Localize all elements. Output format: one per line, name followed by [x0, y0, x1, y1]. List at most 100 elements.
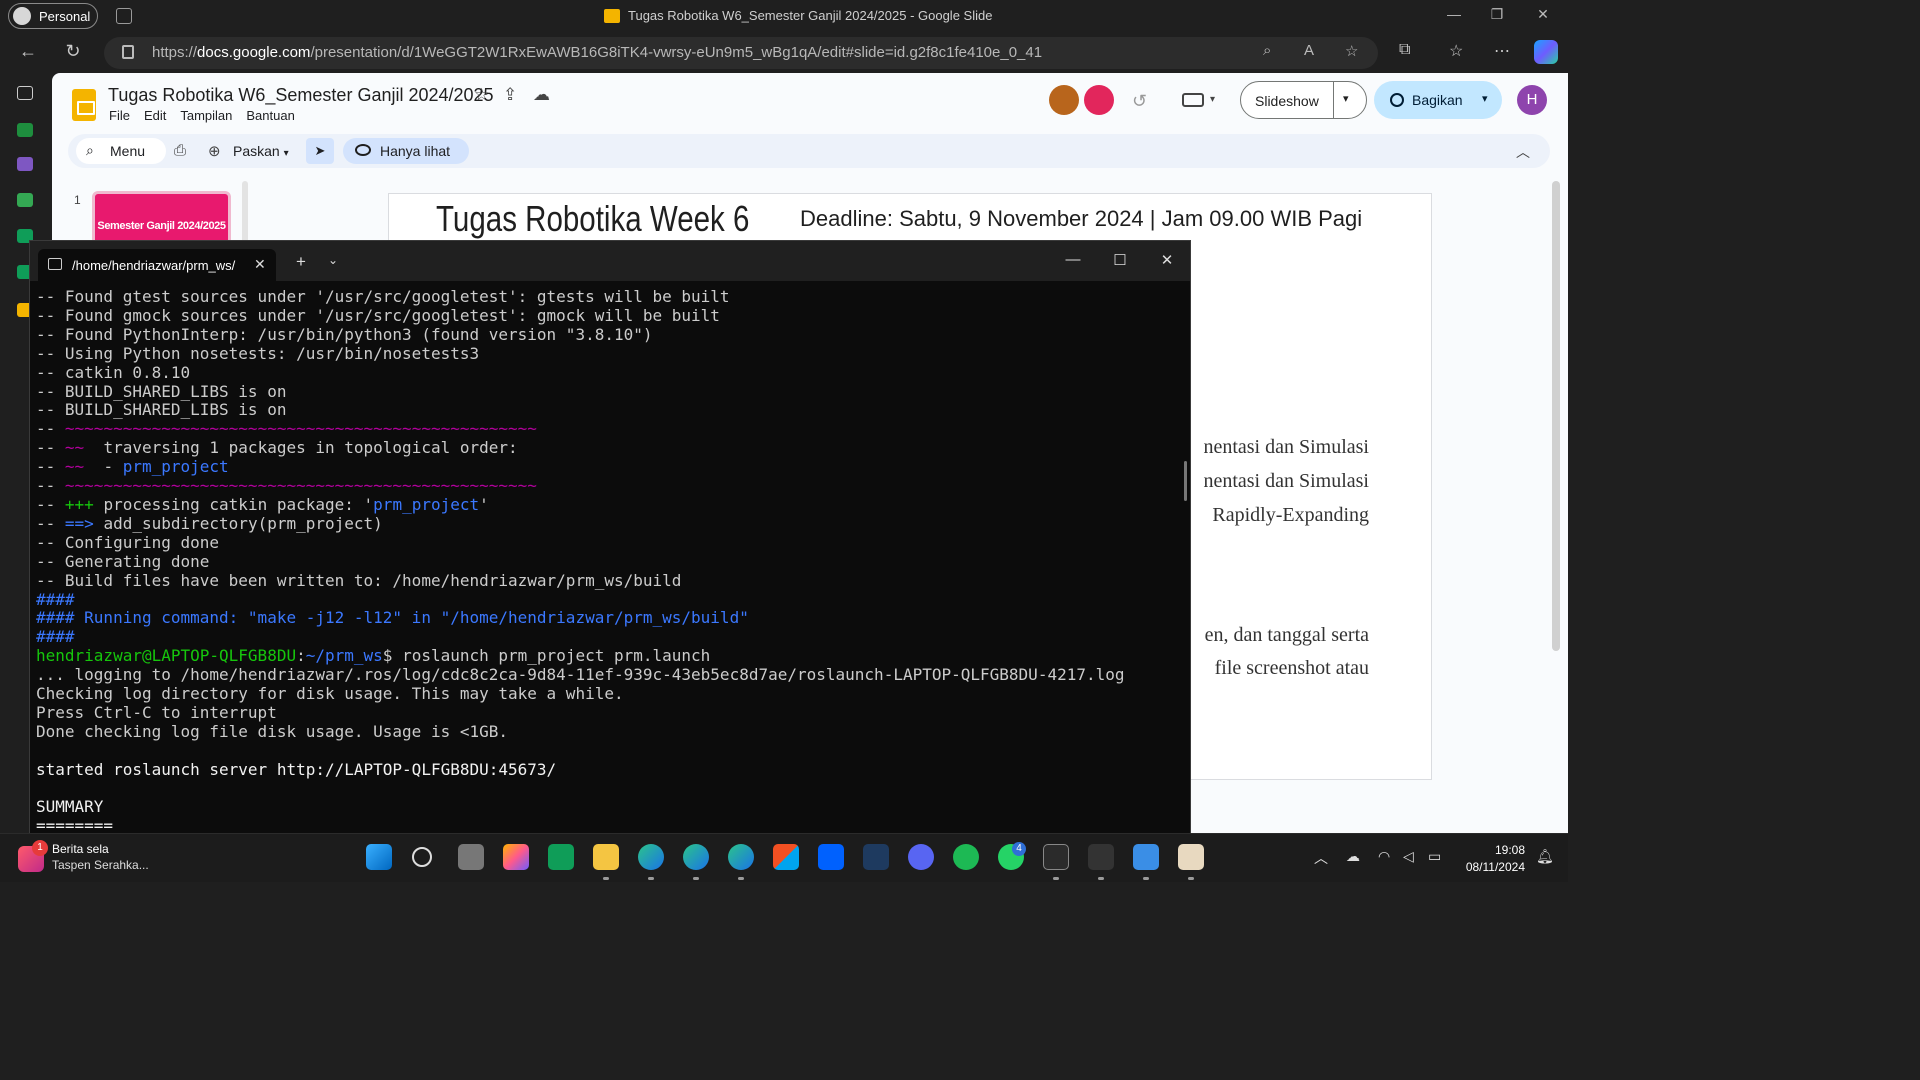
select-cursor-button[interactable]: ➤ — [306, 138, 334, 164]
back-icon[interactable]: ← — [16, 41, 40, 62]
close-icon[interactable]: ✕ — [1533, 6, 1553, 23]
terminal-line: started roslaunch server http://LAPTOP-Q… — [36, 760, 1186, 780]
file-explorer-icon[interactable] — [593, 844, 619, 870]
move-icon[interactable]: ⇪ — [503, 85, 517, 105]
terminal-text: Checking log directory for disk usage. T… — [36, 684, 624, 704]
collaborator-avatar-2[interactable] — [1084, 85, 1114, 115]
search-icon[interactable] — [412, 847, 432, 867]
terminal-tabbar: /home/hendriazwar/prm_ws/ ✕ + ⌄ — ☐ ✕ — [30, 241, 1190, 281]
app-icon-2[interactable] — [1133, 844, 1159, 870]
share-dropdown-icon[interactable]: ▾ — [1482, 92, 1488, 105]
cloud-status-icon[interactable]: ☁ — [533, 85, 550, 105]
terminal-text: ~/prm_ws — [305, 646, 383, 666]
user-avatar[interactable]: H — [1517, 85, 1547, 115]
menu-help[interactable]: Bantuan — [246, 108, 294, 123]
menu-file[interactable]: File — [109, 108, 130, 123]
whatsapp-badge: 4 — [1012, 842, 1026, 856]
menu-search-button[interactable]: ⌕ Menu — [76, 138, 166, 164]
terminal-text: -- — [36, 419, 65, 439]
extensions-icon[interactable]: ⧉ — [1399, 41, 1410, 59]
slides-logo-icon[interactable] — [72, 89, 96, 121]
terminal-maximize-icon[interactable]: ☐ — [1110, 251, 1130, 269]
zoom-icon[interactable]: ⌕ — [1263, 42, 1271, 59]
clock[interactable]: 19:08 08/11/2024 — [1455, 842, 1525, 876]
google-play-games-icon[interactable] — [548, 844, 574, 870]
terminal-taskbar-icon[interactable] — [1043, 844, 1069, 870]
profile-button[interactable]: Personal — [8, 3, 98, 29]
terminal-text: ~~ — [64, 438, 85, 458]
terminal-text: -- Using Python nosetests: /usr/bin/nose… — [36, 343, 480, 363]
terminal-line: -- BUILD_SHARED_LIBS is on — [36, 400, 1186, 420]
star-icon[interactable]: ☆ — [474, 85, 489, 105]
drive-icon-2[interactable] — [17, 193, 33, 207]
favorite-star-icon[interactable]: ☆ — [1345, 42, 1358, 60]
more-icon[interactable]: ⋯ — [1494, 41, 1510, 61]
terminal-line: #### — [36, 627, 1186, 647]
chevron-down-icon[interactable]: ⌄ — [328, 253, 338, 267]
terminal-line: -- catkin 0.8.10 — [36, 363, 1186, 383]
collaborator-avatar[interactable] — [1049, 85, 1079, 115]
terminal-text: - — [84, 457, 123, 477]
view-only-button[interactable]: Hanya lihat — [343, 138, 469, 164]
running-indicator — [1098, 877, 1104, 880]
print-icon[interactable]: ⎙ — [174, 142, 186, 159]
app-icon[interactable] — [863, 844, 889, 870]
menu-view[interactable]: Tampilan — [180, 108, 232, 123]
terminal-minimize-icon[interactable]: — — [1063, 251, 1083, 268]
new-tab-icon[interactable]: + — [296, 252, 306, 272]
terminal-line: -- ~~~~~~~~~~~~~~~~~~~~~~~~~~~~~~~~~~~~~… — [36, 476, 1186, 496]
tab-actions-icon[interactable] — [116, 8, 132, 24]
copilot-icon[interactable] — [1534, 40, 1558, 64]
restore-icon[interactable]: ❐ — [1487, 6, 1507, 23]
page-scrollbar[interactable] — [1552, 181, 1560, 651]
terminal-scrollbar[interactable] — [1184, 461, 1187, 501]
menu-edit[interactable]: Edit — [144, 108, 166, 123]
terminal-text: ~~~~~~~~~~~~~~~~~~~~~~~~~~~~~~~~~~~~~~~~… — [64, 476, 537, 496]
terminal-line: #### — [36, 590, 1186, 610]
terminal-close-icon[interactable]: ✕ — [1157, 251, 1177, 269]
terminal-line: -- Found gmock sources under '/usr/src/g… — [36, 306, 1186, 326]
battery-icon[interactable]: ▭ — [1428, 848, 1441, 865]
slideshow-dropdown-icon[interactable]: ▾ — [1343, 92, 1349, 105]
spotify-icon[interactable] — [953, 844, 979, 870]
meet-camera-icon[interactable] — [1182, 93, 1204, 107]
dropbox-icon[interactable] — [818, 844, 844, 870]
doc-title[interactable]: Tugas Robotika W6_Semester Ganjil 2024/2… — [108, 85, 494, 106]
news-badge: 1 — [32, 840, 48, 856]
forms-icon[interactable] — [17, 157, 33, 171]
zoom-in-icon[interactable]: ⊕ — [208, 142, 221, 160]
start-icon[interactable] — [366, 844, 392, 870]
terminal-output[interactable]: -- Found gtest sources under '/usr/src/g… — [36, 287, 1186, 833]
read-aloud-icon[interactable]: A — [1304, 42, 1314, 59]
notifications-icon[interactable]: 🔔︎ — [1536, 848, 1554, 865]
minimize-icon[interactable]: — — [1444, 6, 1464, 22]
task-view-icon[interactable] — [458, 844, 484, 870]
drive-icon[interactable] — [17, 123, 33, 137]
chevron-up-icon[interactable]: ︿ — [1516, 142, 1530, 162]
copilot-taskbar-icon[interactable] — [503, 844, 529, 870]
edge-icon-3[interactable] — [728, 844, 754, 870]
meet-dropdown-icon[interactable]: ▾ — [1210, 94, 1215, 105]
address-bar[interactable]: https://docs.google.com/presentation/d/1… — [104, 37, 1378, 69]
app-icon-3[interactable] — [1178, 844, 1204, 870]
slideshow-button[interactable]: Slideshow ▾ — [1240, 81, 1367, 119]
rviz-icon[interactable] — [1088, 844, 1114, 870]
zoom-select[interactable]: Paskan ▾ — [233, 143, 289, 159]
edge-icon[interactable] — [638, 844, 664, 870]
refresh-icon[interactable]: ↻ — [61, 41, 85, 62]
favorites-icon[interactable]: ☆ — [1449, 41, 1463, 61]
terminal-text: #### Running command: — [36, 608, 248, 628]
onedrive-icon[interactable]: ☁ — [1346, 848, 1360, 865]
edge-icon-2[interactable] — [683, 844, 709, 870]
volume-icon[interactable]: ◁ — [1403, 848, 1414, 865]
terminal-tab[interactable]: /home/hendriazwar/prm_ws/ ✕ — [38, 249, 276, 281]
tray-overflow-icon[interactable]: ︿ — [1314, 848, 1328, 868]
discord-icon[interactable] — [908, 844, 934, 870]
share-button[interactable]: Bagikan ▾ — [1374, 81, 1502, 119]
wifi-icon[interactable]: ◠ — [1378, 848, 1390, 865]
store-icon[interactable] — [773, 844, 799, 870]
history-icon[interactable]: ↺ — [1132, 91, 1147, 112]
terminal-line: #### Running command: "make -j12 -l12" i… — [36, 608, 1186, 628]
close-tab-icon[interactable]: ✕ — [254, 256, 266, 273]
tabs-panel-icon[interactable] — [17, 86, 33, 100]
